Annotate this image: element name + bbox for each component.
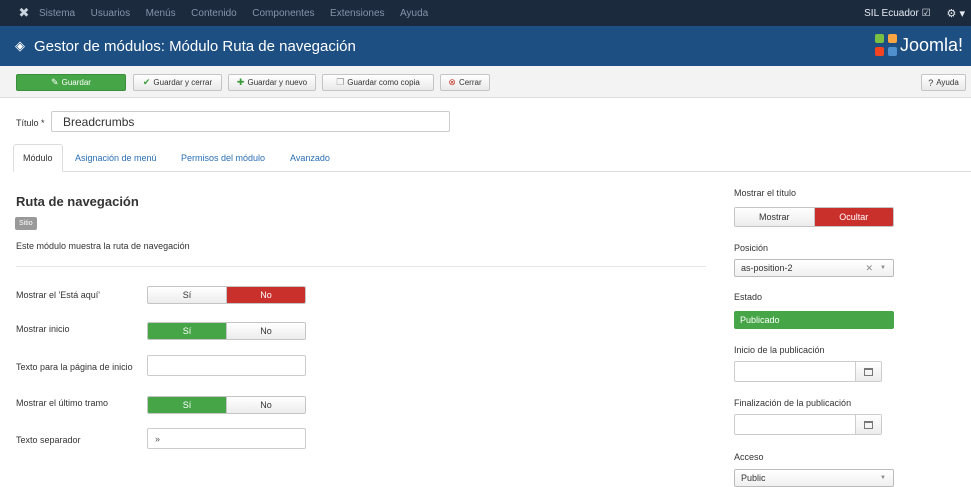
access-label: Acceso [734,452,764,462]
module-title: Ruta de navegación [16,194,139,209]
toolbar: ✎ Guardar ✔ Guardar y cerrar ✚ Guardar y… [0,66,971,98]
page-header: ◈ Gestor de módulos: Módulo Ruta de nave… [0,26,971,66]
menu-item-sistema[interactable]: Sistema [39,8,75,19]
client-badge: Sitio [15,217,37,230]
tab-modulo[interactable]: Módulo [13,144,63,172]
publish-down-label: Finalización de la publicación [734,398,852,408]
site-link[interactable]: SIL Ecuador ☑ [864,8,930,19]
separator-field[interactable]: » [147,428,306,449]
show-title-show[interactable]: Mostrar [735,208,814,226]
joomla-brand-icon [874,34,897,56]
home-text-label: Texto para la página de inicio [16,362,133,372]
check-icon: ✔ [142,77,151,87]
separator-label: Texto separador [16,435,81,445]
show-home-toggle: Sí No [147,322,306,340]
menu-item-usuarios[interactable]: Usuarios [91,8,130,19]
position-label: Posición [734,243,769,253]
show-here-toggle: Sí No [147,286,306,304]
title-label: Título * [16,118,45,128]
clear-icon[interactable]: ✕ [865,263,873,274]
copy-icon: ❐ [336,77,345,87]
show-title-label: Mostrar el título [734,188,797,198]
help-button[interactable]: ? Ayuda [921,74,966,91]
state-select[interactable]: Publicado [734,311,894,329]
save-button[interactable]: ✎ Guardar [16,74,126,91]
show-here-label: Mostrar el 'Está aquí' [16,290,100,300]
question-icon: ? [928,77,934,88]
menu-item-ayuda[interactable]: Ayuda [400,8,428,19]
calendar-icon[interactable] [855,362,881,381]
admin-menubar: ✖ Sistema Usuarios Menús Contenido Compo… [0,0,971,26]
cancel-icon: ⊗ [448,77,456,87]
show-title-hide[interactable]: Ocultar [813,208,893,226]
show-last-yes[interactable]: Sí [148,397,226,413]
save-close-button[interactable]: ✔ Guardar y cerrar [133,74,222,91]
title-field[interactable]: Breadcrumbs [51,111,450,132]
cube-icon: ◈ [15,38,25,53]
tab-bar: Módulo Asignación de menú Permisos del m… [13,144,971,172]
show-home-label: Mostrar inicio [16,324,70,334]
menu-item-contenido[interactable]: Contenido [191,8,237,19]
access-select[interactable]: Public ▼ [734,469,894,487]
edit-icon: ✎ [51,77,59,87]
divider [16,266,706,267]
save-copy-button[interactable]: ❐ Guardar como copia [322,74,434,91]
show-here-yes[interactable]: Sí [148,287,226,303]
page-title: Gestor de módulos: Módulo Ruta de navega… [34,37,356,55]
menu-item-componentes[interactable]: Componentes [252,8,314,19]
close-button[interactable]: ⊗ Cerrar [440,74,490,91]
home-text-field[interactable] [147,355,306,376]
calendar-icon[interactable] [855,415,881,434]
gear-icon[interactable]: ⚙ ▾ [947,7,965,20]
publish-down-field[interactable] [734,414,882,435]
tab-asignacion-menu[interactable]: Asignación de menú [75,144,157,172]
menu-item-extensiones[interactable]: Extensiones [330,8,384,19]
show-last-label: Mostrar el último tramo [16,398,109,408]
module-description: Este módulo muestra la ruta de navegació… [16,241,190,251]
admin-menu: Sistema Usuarios Menús Contenido Compone… [39,8,441,19]
show-last-no[interactable]: No [226,397,305,413]
brand-name: Joomla! [899,34,963,55]
show-home-yes[interactable]: Sí [148,323,226,339]
show-home-no[interactable]: No [226,323,305,339]
chevron-down-icon: ▼ [880,475,886,481]
publish-up-field[interactable] [734,361,882,382]
joomla-brand: Joomla! [874,34,963,56]
chevron-down-icon: ▼ [880,265,886,271]
plus-icon: ✚ [236,77,245,87]
joomla-logo-icon[interactable]: ✖ [17,6,31,20]
state-label: Estado [734,292,763,302]
show-last-toggle: Sí No [147,396,306,414]
publish-up-label: Inicio de la publicación [734,345,825,355]
tab-avanzado[interactable]: Avanzado [290,144,330,172]
save-new-button[interactable]: ✚ Guardar y nuevo [228,74,316,91]
menu-item-menus[interactable]: Menús [146,8,176,19]
position-select[interactable]: as-position-2 ✕ ▼ [734,259,894,277]
tab-permisos[interactable]: Permisos del módulo [181,144,265,172]
show-here-no[interactable]: No [226,287,305,303]
show-title-toggle: Mostrar Ocultar [734,207,894,227]
